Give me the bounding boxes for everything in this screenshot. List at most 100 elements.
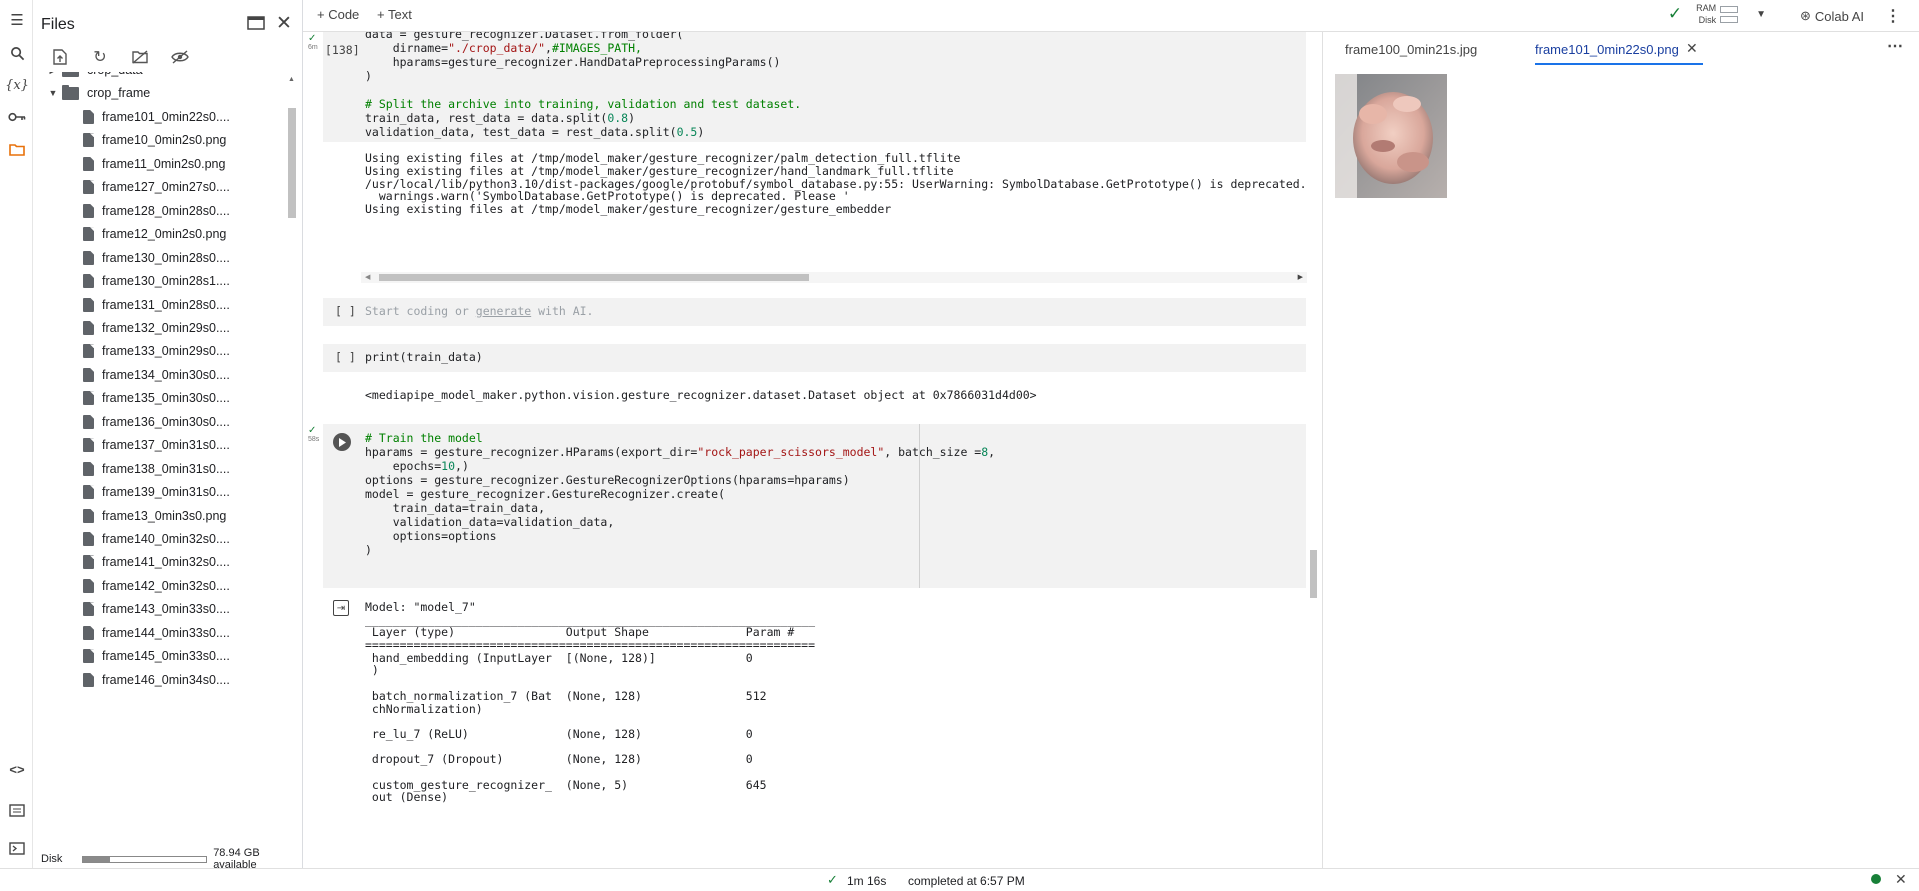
upload-icon[interactable] [49,46,71,68]
notebook-scrollbar[interactable] [1307,32,1319,868]
expand-less-icon[interactable]: ▼ [44,88,62,98]
cell-4-code[interactable]: # Train the model hparams = gesture_recog… [365,430,996,557]
code-line: epochs=10,) [365,459,469,473]
cell-4-output: Model: "model_7" ________________________… [365,600,816,804]
close-tab-icon[interactable]: ✕ [1686,40,1698,57]
disk-usage: Disk 78.94 GB available [41,847,301,871]
file-item[interactable]: frame133_0min29s0.... [33,339,283,363]
file-item[interactable]: frame127_0min27s0.... [33,175,283,199]
notebook-scrollbar-thumb[interactable] [1310,550,1317,598]
image-preview [1335,74,1447,198]
file-item[interactable]: frame135_0min30s0.... [33,386,283,410]
file-item[interactable]: frame130_0min28s1.... [33,269,283,293]
output-line: custom_gesture_recognizer_ (None, 5) 645 [365,777,816,792]
key-icon[interactable] [7,107,27,127]
cell-1-output: Using existing files at /tmp/model_maker… [365,151,1307,216]
file-item[interactable]: frame101_0min22s0.... [33,105,283,129]
colab-ai-label: Colab AI [1814,8,1864,24]
code-snippets-icon[interactable]: <> [7,759,27,779]
file-item[interactable]: frame136_0min30s0.... [33,410,283,434]
close-status-icon[interactable]: ✕ [1895,871,1907,888]
file-icon [83,320,94,335]
chevron-down-icon[interactable]: ▼ [1756,9,1766,20]
disk-label-top: Disk [1698,15,1717,25]
cell-1-code[interactable]: data = gesture_recognizer.Dataset.from_f… [365,32,801,139]
command-palette-icon[interactable] [7,800,27,820]
file-item[interactable]: frame137_0min31s0.... [33,433,283,457]
more-vert-icon[interactable]: ⋯ [1887,36,1903,56]
scroll-left-icon[interactable]: ◀ [365,273,370,281]
files-scrollbar-thumb[interactable] [288,108,296,218]
file-item[interactable]: frame12_0min2s0.png [33,222,283,246]
file-item[interactable]: frame13_0min3s0.png [33,504,283,528]
connection-status-icon [1871,874,1881,884]
unmount-drive-icon[interactable] [129,46,151,68]
tab-frame101[interactable]: frame101_0min22s0.png [1535,42,1679,57]
file-viewer-pane: frame100_0min21s.jpg frame101_0min22s0.p… [1322,32,1919,868]
code-line: validation_data, test_data = rest_data.s… [365,125,705,139]
file-item[interactable]: frame11_0min2s0.png [33,152,283,176]
file-icon [83,250,94,265]
files-title: Files [41,16,75,33]
toc-icon[interactable]: ☰ [7,10,27,30]
open-in-tab-icon[interactable] [245,12,267,34]
file-item[interactable]: frame138_0min31s0.... [33,457,283,481]
expand-more-icon[interactable]: ▶ [44,72,62,76]
resources-indicator[interactable]: ✓ RAM Disk ▼ [1668,2,1766,26]
file-item[interactable]: frame134_0min30s0.... [33,363,283,387]
file-item[interactable]: frame145_0min33s0.... [33,644,283,668]
refresh-icon[interactable]: ↻ [89,46,111,68]
run-cell-button[interactable] [333,433,351,451]
file-item[interactable]: frame130_0min28s0.... [33,246,283,270]
cell-3-output: <mediapipe_model_maker.python.vision.ges… [365,388,1037,402]
status-bar: ✓ 1m 16s completed at 6:57 PM ✕ [0,868,1919,891]
file-icon [83,625,94,640]
code-line: dirname="./crop_data/",#IMAGES_PATH, [365,41,642,55]
file-item[interactable]: frame142_0min32s0.... [33,574,283,598]
file-item[interactable]: frame143_0min33s0.... [33,597,283,621]
tab-frame100[interactable]: frame100_0min21s.jpg [1345,42,1477,57]
file-item[interactable]: frame140_0min32s0.... [33,527,283,551]
file-item[interactable]: frame132_0min29s0.... [33,316,283,340]
file-item[interactable]: frame139_0min31s0.... [33,480,283,504]
file-icon [83,602,94,617]
file-icon [83,367,94,382]
add-code-button[interactable]: + Code [317,7,359,22]
folder-item[interactable]: ▼ crop_frame [33,81,283,105]
file-item[interactable]: frame144_0min33s0.... [33,621,283,645]
code-line: ) [365,543,372,557]
generate-link[interactable]: generate [476,304,531,318]
file-icon [83,227,94,242]
variables-icon[interactable]: {x} [5,75,29,95]
folder-icon[interactable] [7,139,27,159]
cell-3-code[interactable]: print(train_data) [365,349,483,366]
colab-ai-button[interactable]: ⊛ Colab AI [1800,8,1864,24]
file-name: frame130_0min28s0.... [102,250,230,265]
files-scrollbar[interactable]: ▲ [286,72,298,842]
file-item[interactable]: frame146_0min34s0.... [33,668,283,692]
output-hscrollbar-thumb[interactable] [379,274,809,281]
output-line: ________________________________________… [365,612,816,627]
file-item[interactable]: frame131_0min28s0.... [33,293,283,317]
add-text-button[interactable]: + Text [377,7,412,22]
file-item[interactable]: frame128_0min28s0.... [33,199,283,223]
output-line: Using existing files at /tmp/model_maker… [365,163,954,178]
hide-files-icon[interactable] [169,46,191,68]
scroll-up-icon[interactable]: ▲ [288,76,295,83]
terminal-icon[interactable] [7,838,27,858]
status-check-icon: ✓ [827,872,838,887]
scroll-right-icon[interactable]: ▶ [1298,273,1303,281]
output-menu-icon[interactable]: ⇥ [333,600,349,616]
file-name: frame132_0min29s0.... [102,320,230,335]
more-vert-icon[interactable]: ⋮ [1885,6,1901,26]
code-line: hparams=gesture_recognizer.HandDataPrepr… [365,55,781,69]
cell-2-placeholder[interactable]: Start coding or generate with AI. [365,303,593,320]
close-icon[interactable]: ✕ [273,12,295,34]
cell-4-status: ✓ 58s [308,425,320,444]
code-line: hparams = gesture_recognizer.HParams(exp… [365,445,996,459]
file-item[interactable]: frame10_0min2s0.png [33,128,283,152]
file-item[interactable]: frame141_0min32s0.... [33,550,283,574]
search-icon[interactable] [7,43,27,63]
output-hscrollbar[interactable]: ◀ ▶ [361,272,1307,283]
